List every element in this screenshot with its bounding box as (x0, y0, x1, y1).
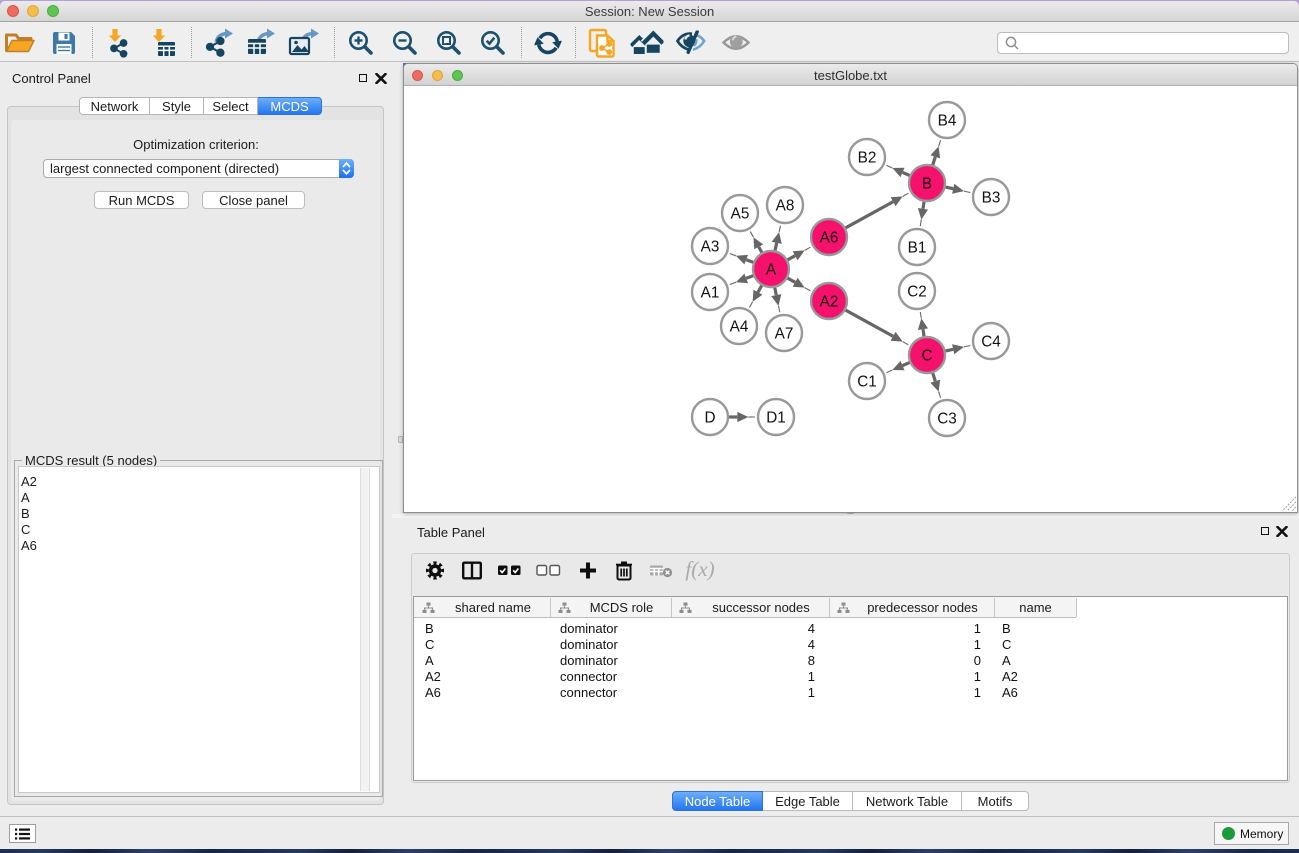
svg-text:A: A (766, 261, 777, 278)
svg-text:A3: A3 (701, 238, 720, 255)
svg-text:C4: C4 (981, 333, 1001, 350)
svg-text:B1: B1 (908, 239, 927, 256)
svg-text:A6: A6 (820, 229, 839, 246)
svg-text:B4: B4 (938, 112, 957, 129)
svg-text:B2: B2 (858, 149, 877, 166)
svg-text:A4: A4 (730, 318, 749, 335)
svg-text:C3: C3 (937, 410, 957, 427)
svg-text:A7: A7 (775, 325, 794, 342)
svg-text:B3: B3 (982, 189, 1001, 206)
svg-text:C2: C2 (907, 283, 927, 300)
svg-text:D1: D1 (766, 409, 786, 426)
svg-text:A2: A2 (820, 293, 839, 310)
svg-text:A5: A5 (731, 205, 750, 222)
svg-text:C1: C1 (857, 373, 877, 390)
svg-text:A1: A1 (701, 284, 720, 301)
svg-text:A8: A8 (776, 197, 795, 214)
svg-text:D: D (704, 409, 715, 426)
svg-text:B: B (922, 175, 932, 192)
svg-text:C: C (921, 347, 932, 364)
